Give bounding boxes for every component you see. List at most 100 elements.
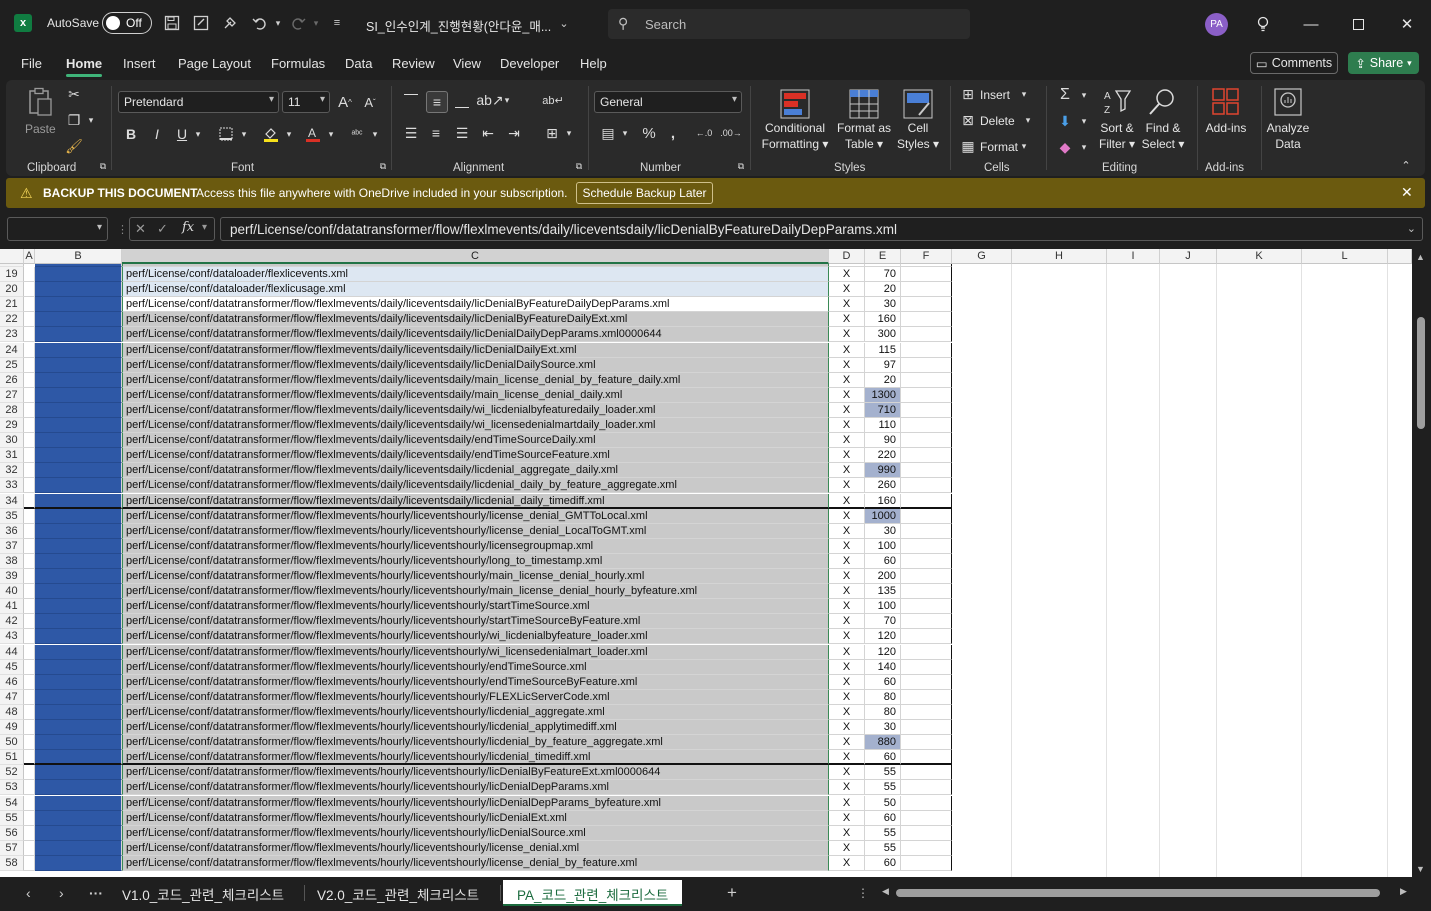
- vertical-scroll-thumb[interactable]: [1417, 317, 1425, 429]
- find-select-icon[interactable]: [1146, 86, 1178, 118]
- cell-b[interactable]: [35, 554, 122, 569]
- cell-e-value[interactable]: 160: [865, 312, 901, 327]
- cell-b[interactable]: [35, 448, 122, 463]
- font-name-combo[interactable]: Pretendard ▾: [118, 91, 279, 113]
- cell-e-value[interactable]: 120: [865, 629, 901, 644]
- cell-e-value[interactable]: 60: [865, 675, 901, 690]
- row-header[interactable]: 38: [0, 554, 24, 569]
- cell-e-value[interactable]: 120: [865, 645, 901, 660]
- row-header[interactable]: 27: [0, 388, 24, 403]
- cell-a[interactable]: [24, 327, 35, 342]
- cell-f[interactable]: [901, 388, 952, 403]
- minimize-icon[interactable]: —: [1300, 13, 1322, 35]
- cell-e-value[interactable]: 70: [865, 614, 901, 629]
- cell-e-value[interactable]: 70: [865, 267, 901, 282]
- tab-review[interactable]: Review: [392, 56, 435, 71]
- insert-function-icon[interactable]: fx: [182, 220, 194, 235]
- cell-e-value[interactable]: 30: [865, 524, 901, 539]
- cell-c-path[interactable]: perf/License/conf/datatransformer/flow/f…: [122, 539, 829, 554]
- cell-d-mark[interactable]: X: [829, 645, 865, 660]
- cell-e-value[interactable]: 90: [865, 433, 901, 448]
- row-header[interactable]: 47: [0, 690, 24, 705]
- row-header[interactable]: 32: [0, 463, 24, 478]
- cell-f[interactable]: [901, 826, 952, 841]
- cell-a[interactable]: [24, 629, 35, 644]
- orientation-dropdown-icon[interactable]: ▾: [502, 91, 512, 109]
- tab-home[interactable]: Home: [66, 56, 103, 77]
- cell-c-path[interactable]: perf/License/conf/datatransformer/flow/f…: [122, 312, 829, 327]
- column-header-d[interactable]: D: [829, 249, 865, 264]
- cell-b[interactable]: [35, 614, 122, 629]
- cell-d-mark[interactable]: X: [829, 735, 865, 750]
- cell-c-path[interactable]: perf/License/conf/datatransformer/flow/f…: [122, 509, 829, 524]
- borders-dropdown-icon[interactable]: ▾: [239, 124, 249, 144]
- cell-d-mark[interactable]: X: [829, 539, 865, 554]
- font-color-dropdown-icon[interactable]: ▾: [326, 124, 336, 144]
- cell-d-mark[interactable]: X: [829, 811, 865, 826]
- cell-f[interactable]: [901, 735, 952, 750]
- phonetic-dropdown-icon[interactable]: ▾: [370, 124, 380, 144]
- cell-a[interactable]: [24, 509, 35, 524]
- row-header[interactable]: 52: [0, 765, 24, 780]
- column-header-e[interactable]: E: [865, 249, 901, 264]
- column-header-b[interactable]: B: [35, 249, 122, 264]
- row-header[interactable]: 36: [0, 524, 24, 539]
- sheet-tab-pa[interactable]: PA_코드_관련_체크리스트: [503, 880, 683, 906]
- cell-b[interactable]: [35, 675, 122, 690]
- cell-e-value[interactable]: 55: [865, 826, 901, 841]
- cell-f[interactable]: [901, 358, 952, 373]
- cell-c-path[interactable]: perf/License/conf/datatransformer/flow/f…: [122, 826, 829, 841]
- insert-cells-label[interactable]: Insert: [980, 87, 1010, 103]
- cell-b[interactable]: [35, 660, 122, 675]
- row-header[interactable]: 54: [0, 796, 24, 811]
- cell-e-value[interactable]: 80: [865, 690, 901, 705]
- cell-c-path[interactable]: perf/License/conf/datatransformer/flow/f…: [122, 478, 829, 493]
- cut-icon[interactable]: ✂: [65, 85, 83, 103]
- cell-b[interactable]: [35, 524, 122, 539]
- cell-a[interactable]: [24, 765, 35, 780]
- cell-e-value[interactable]: 30: [865, 297, 901, 312]
- cell-c-path[interactable]: perf/License/conf/datatransformer/flow/f…: [122, 841, 829, 856]
- cell-f[interactable]: [901, 418, 952, 433]
- confirm-entry-icon[interactable]: ✓: [157, 221, 168, 237]
- cell-b[interactable]: [35, 629, 122, 644]
- cell-d-mark[interactable]: X: [829, 599, 865, 614]
- autosum-dropdown-icon[interactable]: ▾: [1079, 86, 1089, 104]
- row-header[interactable]: 22: [0, 312, 24, 327]
- cell-c-path[interactable]: perf/License/conf/datatransformer/flow/f…: [122, 645, 829, 660]
- cell-b[interactable]: [35, 267, 122, 282]
- cell-a[interactable]: [24, 358, 35, 373]
- cell-a[interactable]: [24, 645, 35, 660]
- increase-font-size-icon[interactable]: A ^: [336, 91, 354, 113]
- avatar[interactable]: PA: [1205, 13, 1228, 36]
- cell-f[interactable]: [901, 478, 952, 493]
- cell-f[interactable]: [901, 509, 952, 524]
- autosum-icon[interactable]: Σ: [1056, 86, 1074, 104]
- row-header[interactable]: 48: [0, 705, 24, 720]
- column-header-m[interactable]: [1388, 249, 1412, 264]
- vertical-scrollbar[interactable]: ▲ ▼: [1412, 249, 1431, 877]
- row-header[interactable]: 21: [0, 297, 24, 312]
- cell-e-value[interactable]: 115: [865, 343, 901, 358]
- sheet-more-icon[interactable]: ···: [89, 885, 103, 901]
- row-header[interactable]: 34: [0, 494, 24, 509]
- cell-d-mark[interactable]: X: [829, 660, 865, 675]
- cell-e-value[interactable]: 880: [865, 735, 901, 750]
- tab-help[interactable]: Help: [580, 56, 607, 71]
- format-cells-icon[interactable]: ▦: [960, 138, 976, 154]
- cell-a[interactable]: [24, 811, 35, 826]
- cell-b[interactable]: [35, 433, 122, 448]
- align-middle-icon[interactable]: ≡: [426, 91, 448, 113]
- format-dropdown-icon[interactable]: ▾: [1019, 138, 1029, 154]
- cell-c-path[interactable]: perf/License/conf/datatransformer/flow/f…: [122, 780, 829, 795]
- cell-a[interactable]: [24, 478, 35, 493]
- cell-e-value[interactable]: 100: [865, 539, 901, 554]
- cell-d-mark[interactable]: X: [829, 418, 865, 433]
- sheet-tab-v2[interactable]: V2.0_코드_관련_체크리스트: [303, 880, 493, 906]
- cell-c-path[interactable]: perf/License/conf/datatransformer/flow/f…: [122, 463, 829, 478]
- cell-c-path[interactable]: perf/License/conf/datatransformer/flow/f…: [122, 524, 829, 539]
- cell-d-mark[interactable]: X: [829, 720, 865, 735]
- cell-d-mark[interactable]: X: [829, 478, 865, 493]
- fill-color-icon[interactable]: [261, 124, 281, 144]
- row-header[interactable]: 44: [0, 645, 24, 660]
